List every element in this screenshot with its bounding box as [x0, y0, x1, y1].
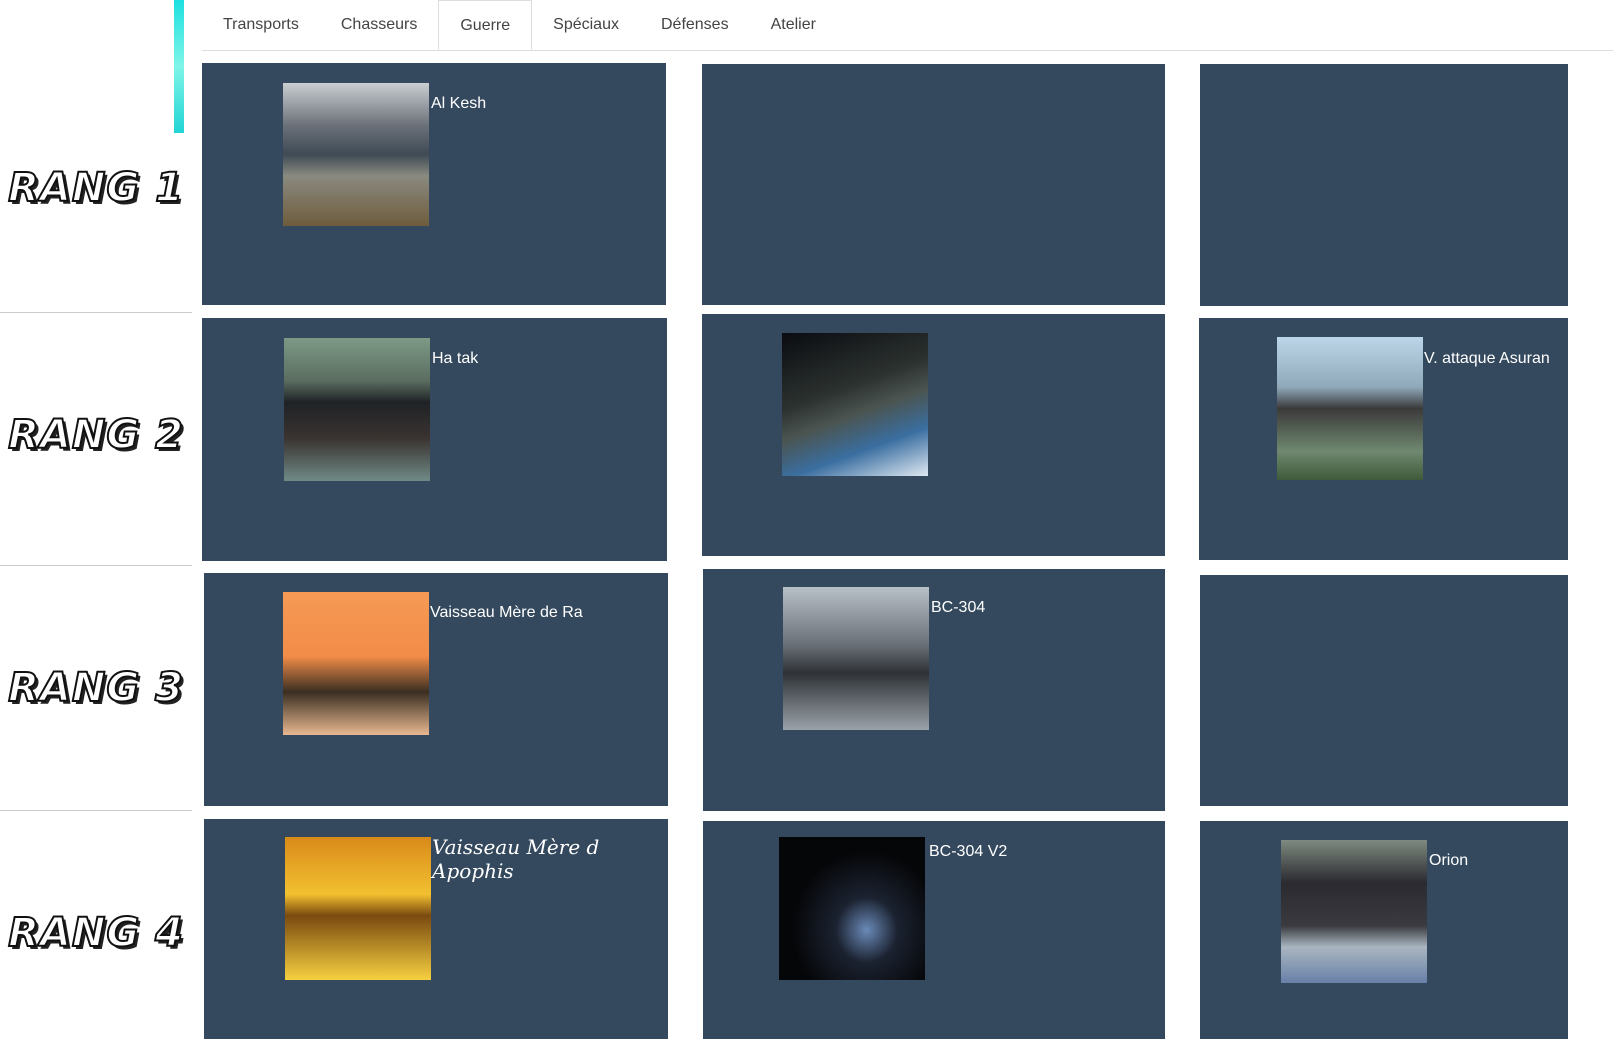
ship-slot-r2c2[interactable] — [702, 314, 1165, 556]
ship-image[interactable] — [1277, 337, 1423, 480]
rank-text: RANG 1 — [7, 164, 184, 212]
ship-slot-r4c3[interactable]: Orion — [1200, 821, 1568, 1039]
ship-name: Vaisseau Mère de Ra — [430, 604, 583, 621]
rank-3-label: RANG 3 — [0, 563, 192, 813]
ship-image[interactable] — [285, 837, 431, 980]
tab-guerre[interactable]: Guerre — [438, 0, 533, 50]
rank-2-label: RANG 2 — [0, 310, 192, 560]
ship-image[interactable] — [1281, 840, 1427, 983]
rank-1-label: RANG 1 — [0, 63, 192, 313]
ship-name: Vaisseau Mère d Apophis — [432, 835, 600, 883]
ship-image[interactable] — [283, 592, 429, 735]
ship-name: V. attaque Asuran — [1424, 350, 1550, 367]
ship-name: Orion — [1429, 852, 1469, 869]
tab-defenses[interactable]: Défenses — [640, 0, 750, 50]
rank-text: RANG 2 — [7, 411, 184, 459]
tab-atelier[interactable]: Atelier — [750, 0, 837, 50]
ship-slot-r2c1[interactable]: Ha tak — [202, 318, 667, 561]
ship-slot-r1c1[interactable]: Al Kesh — [202, 63, 666, 305]
rank-text: RANG 3 — [7, 664, 184, 712]
ship-image[interactable] — [783, 587, 929, 730]
rank-text: RANG 4 — [7, 909, 184, 957]
ship-slot-r2c3[interactable]: V. attaque Asuran — [1199, 318, 1568, 560]
rank-4-label: RANG 4 — [0, 808, 192, 1058]
tab-transports[interactable]: Transports — [202, 0, 320, 50]
ship-slot-r4c2[interactable]: BC-304 V2 — [703, 821, 1165, 1039]
ship-slot-r1c3[interactable] — [1200, 64, 1568, 306]
ship-name: Al Kesh — [431, 95, 487, 112]
ship-name: Ha tak — [432, 350, 479, 367]
ship-slot-r3c3[interactable] — [1200, 575, 1568, 806]
tab-chasseurs[interactable]: Chasseurs — [320, 0, 438, 50]
ship-slot-r1c2[interactable] — [702, 64, 1165, 305]
tab-bar: Transports Chasseurs Guerre Spéciaux Déf… — [202, 0, 1613, 51]
ship-slot-r3c1[interactable]: Vaisseau Mère de Ra — [204, 573, 668, 806]
ship-image[interactable] — [779, 837, 925, 980]
ship-image[interactable] — [782, 333, 928, 476]
ship-name: BC-304 V2 — [929, 843, 1008, 860]
tab-speciaux[interactable]: Spéciaux — [532, 0, 640, 50]
ship-image[interactable] — [284, 338, 430, 481]
ship-slot-r4c1[interactable]: Vaisseau Mère d Apophis — [204, 819, 668, 1039]
ship-image[interactable] — [283, 83, 429, 226]
ship-slot-r3c2[interactable]: BC-304 — [703, 569, 1165, 811]
ship-name: BC-304 — [931, 599, 986, 616]
